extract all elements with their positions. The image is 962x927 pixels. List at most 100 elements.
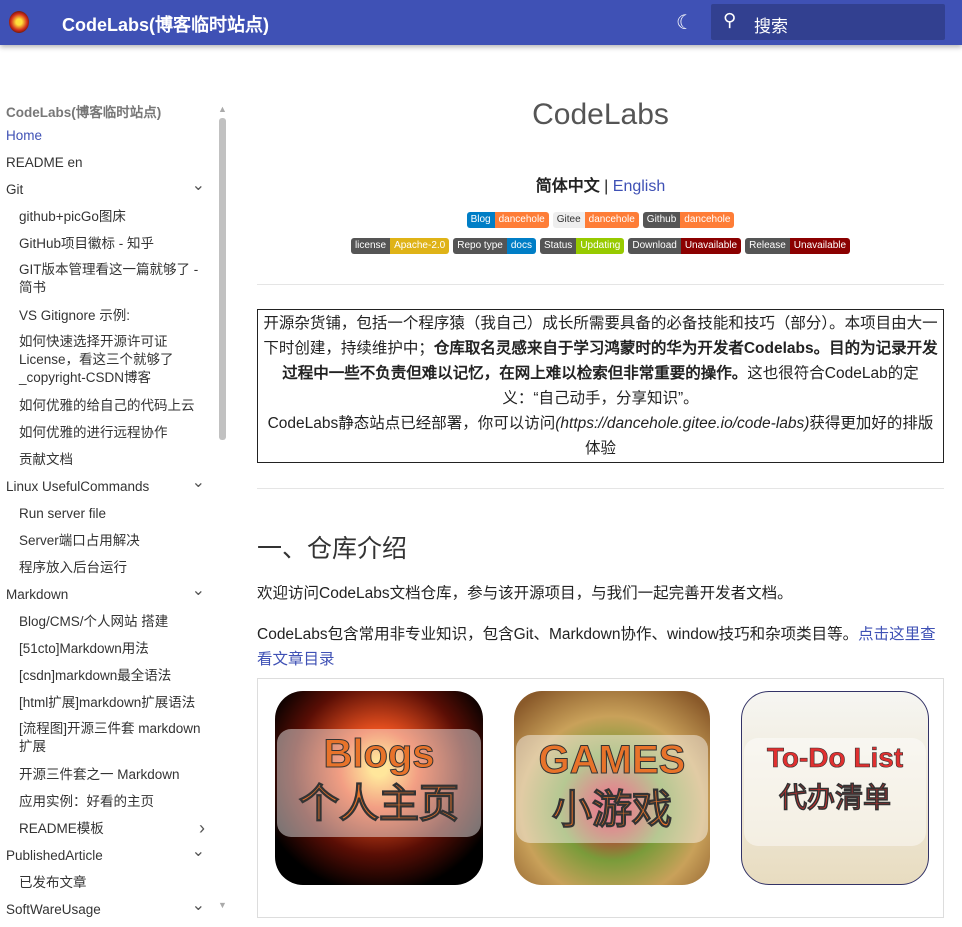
- badge-label: Gitee: [552, 212, 585, 228]
- sidebar-item[interactable]: 已发布文章: [0, 869, 215, 896]
- badge[interactable]: Status Updating: [539, 238, 625, 254]
- badge[interactable]: Blog dancehole: [466, 212, 549, 228]
- sidebar-item[interactable]: 开源三件套之一 Markdown: [0, 761, 215, 788]
- badge[interactable]: Gitee dancehole: [552, 212, 639, 228]
- intro-text: CodeLabs静态站点已经部署，你可以访问: [267, 415, 556, 432]
- sidebar-item[interactable]: GIT版本管理看这一篇就够了 - 简书: [0, 257, 210, 302]
- badge[interactable]: Repo type docs: [453, 238, 536, 254]
- chevron-down-icon[interactable]: ⌄: [192, 469, 205, 496]
- sidebar-item-label: SoftWareUsage: [6, 902, 101, 917]
- lang-current: 简体中文: [535, 178, 600, 195]
- sidebar: CodeLabs(博客临时站点) Home README en Git ⌄ github…: [0, 95, 215, 927]
- sidebar-item-label: Markdown: [6, 587, 69, 602]
- sidebar-item[interactable]: 如何优雅的给自己的代码上云: [0, 392, 215, 419]
- sidebar-item[interactable]: README en: [0, 149, 215, 176]
- site-title[interactable]: CodeLabs(博客临时站点): [62, 11, 269, 37]
- sidebar-item-label: 如何快速选择开源许可证License，看这三个就够了_copyright-CSD…: [19, 334, 174, 385]
- sidebar-item[interactable]: [csdn]markdown最全语法: [0, 662, 215, 689]
- sidebar-item[interactable]: 如何优雅的进行远程协作: [0, 419, 215, 446]
- page-title: CodeLabs: [532, 98, 669, 131]
- sidebar-item[interactable]: [html扩展]markdown扩展语法: [0, 689, 215, 716]
- sidebar-title: CodeLabs(博客临时站点): [6, 105, 162, 120]
- sidebar-item-label: [html扩展]markdown扩展语法: [19, 695, 196, 710]
- sidebar-item[interactable]: Run server file: [0, 500, 215, 527]
- scroll-up-arrow[interactable]: ▲: [218, 104, 227, 114]
- sidebar-item[interactable]: Home: [0, 122, 215, 149]
- sidebar-item-label: GIT版本管理看这一篇就够了 - 简书: [19, 262, 199, 295]
- badge[interactable]: Github dancehole: [642, 212, 735, 228]
- section-heading: 一、仓库介绍: [257, 535, 408, 563]
- sidebar-item[interactable]: 程序放入后台运行: [0, 554, 215, 581]
- sidebar-item[interactable]: Markdown ⌄: [0, 581, 215, 608]
- sidebar-item-label: 开源三件套之一 Markdown: [19, 767, 180, 782]
- paragraph: 欢迎访问CodeLabs文档仓库，参与该开源项目，与我们一起完善开发者文档。: [257, 585, 793, 602]
- badge-value: docs: [506, 238, 536, 254]
- sidebar-item[interactable]: github+picGo图床: [0, 203, 215, 230]
- search-input[interactable]: ⚲ 搜索: [711, 4, 945, 40]
- sidebar-item-label: README模板: [19, 821, 104, 836]
- scroll-down-arrow[interactable]: ▼: [218, 900, 227, 910]
- sidebar-item-label: README en: [6, 155, 83, 170]
- sidebar-item[interactable]: VS Gitignore 示例:: [0, 302, 215, 329]
- lang-sep: |: [599, 178, 613, 195]
- site-logo[interactable]: [9, 11, 29, 33]
- badge[interactable]: license Apache-2.0: [350, 238, 450, 254]
- chevron-down-icon[interactable]: ⌄: [192, 577, 205, 604]
- divider: [257, 284, 944, 285]
- sidebar-item-label: [csdn]markdown最全语法: [19, 668, 172, 683]
- sidebar-item[interactable]: Git ⌄: [0, 176, 215, 203]
- sidebar-item[interactable]: [流程图]开源三件套 markdown扩展: [0, 716, 210, 761]
- sidebar-item-label: 应用实例：好看的主页: [19, 794, 154, 809]
- sidebar-item[interactable]: SoftWareUsage ⌄: [0, 896, 215, 923]
- sidebar-scrollbar[interactable]: [219, 118, 226, 440]
- sidebar-item-label: 已发布文章: [19, 875, 87, 890]
- blogs-card[interactable]: Blogs 个人主页: [275, 691, 483, 885]
- badge-label: Status: [539, 238, 577, 254]
- language-switch: 简体中文 | English: [257, 172, 944, 196]
- sidebar-item[interactable]: 应用实例：好看的主页: [0, 788, 215, 815]
- badge-value: Unavailable: [680, 238, 742, 254]
- badge-label: Download: [628, 238, 681, 254]
- badge-label: Blog: [466, 212, 495, 228]
- moon-icon[interactable]: ☾: [676, 10, 694, 35]
- divider: [257, 488, 944, 489]
- badge-value: dancehole: [494, 212, 549, 228]
- chevron-down-icon[interactable]: ⌄: [192, 892, 205, 919]
- sidebar-item-label: 贡献文档: [19, 452, 73, 467]
- english-link[interactable]: English: [613, 178, 665, 195]
- sidebar-item[interactable]: Server端口占用解决: [0, 527, 215, 554]
- search-icon: ⚲: [723, 10, 737, 30]
- sidebar-item[interactable]: Linux UsefulCommands ⌄: [0, 473, 215, 500]
- chevron-down-icon[interactable]: ⌄: [192, 838, 205, 865]
- badge-label: Repo type: [453, 238, 507, 254]
- badge-value: Unavailable: [789, 238, 851, 254]
- sidebar-item-label: Server端口占用解决: [19, 533, 140, 548]
- badge-value: dancehole: [680, 212, 735, 228]
- sidebar-item[interactable]: README模板 ›: [0, 815, 215, 842]
- search-placeholder: 搜索: [754, 17, 788, 36]
- sidebar-item[interactable]: GitHub项目徽标 - 知乎: [0, 230, 215, 257]
- card-line2: 个人主页: [299, 782, 460, 827]
- badge-label: license: [350, 238, 391, 254]
- sidebar-item[interactable]: [51cto]Markdown用法: [0, 635, 215, 662]
- sidebar-item[interactable]: Blog/CMS/个人网站 搭建: [0, 608, 215, 635]
- sidebar-item[interactable]: PublishedArticle ⌄: [0, 842, 215, 869]
- badge[interactable]: Release Unavailable: [745, 238, 851, 254]
- sidebar-item-label: Linux UsefulCommands: [6, 479, 150, 494]
- chevron-down-icon[interactable]: ⌄: [192, 172, 205, 199]
- sidebar-item-label: GitHub项目徽标 - 知乎: [19, 236, 155, 251]
- sidebar-item[interactable]: 贡献文档: [0, 446, 215, 473]
- badge-value: dancehole: [584, 212, 639, 228]
- todo-card[interactable]: To-Do List 代办清单: [741, 691, 929, 885]
- sidebar-item[interactable]: 如何快速选择开源许可证License，看这三个就够了_copyright-CSD…: [0, 329, 210, 392]
- badge[interactable]: Download Unavailable: [628, 238, 742, 254]
- games-card[interactable]: GAMES 小游戏: [514, 691, 710, 885]
- card-line2: 小游戏: [552, 788, 673, 833]
- sidebar-item-label: Run server file: [19, 506, 107, 521]
- sidebar-item-label: Home: [6, 128, 43, 143]
- sidebar-item-label: PublishedArticle: [6, 848, 103, 863]
- card-line1: Blogs: [323, 732, 435, 777]
- card-line1: GAMES: [538, 738, 686, 783]
- sidebar-item-label: [51cto]Markdown用法: [19, 641, 149, 656]
- badges-row-1: Blog dancehole Gitee dancehole Github danceho…: [257, 212, 944, 238]
